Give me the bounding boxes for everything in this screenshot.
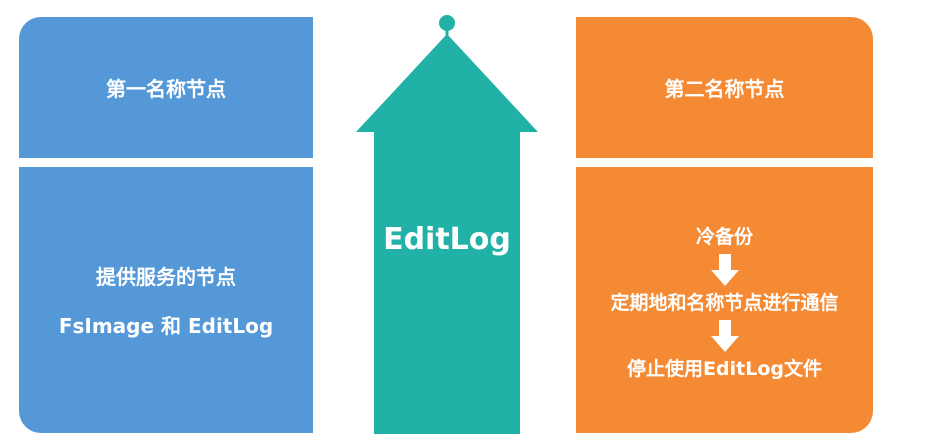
primary-namenode-description: 提供服务的节点 bbox=[96, 265, 236, 289]
primary-namenode-title: 第一名称节点 bbox=[106, 77, 226, 101]
primary-namenode-body: 提供服务的节点 FsImage 和 EditLog bbox=[19, 167, 313, 433]
primary-namenode-files: FsImage 和 EditLog bbox=[58, 314, 274, 338]
step-cold-backup: 冷备份 bbox=[695, 226, 753, 248]
down-arrow-icon bbox=[710, 320, 739, 352]
primary-namenode-header: 第一名称节点 bbox=[19, 17, 313, 158]
down-arrow-icon bbox=[710, 254, 739, 286]
editlog-arrow-label: EditLog bbox=[383, 222, 511, 257]
secondary-namenode-title: 第二名称节点 bbox=[664, 77, 785, 101]
secondary-namenode-header: 第二名称节点 bbox=[576, 17, 873, 158]
step-periodic-communication: 定期地和名称节点进行通信 bbox=[610, 292, 839, 314]
secondary-namenode-body: 冷备份 定期地和名称节点进行通信 停止使用EditLog文件 bbox=[576, 167, 873, 433]
step-stop-editlog: 停止使用EditLog文件 bbox=[627, 358, 822, 380]
